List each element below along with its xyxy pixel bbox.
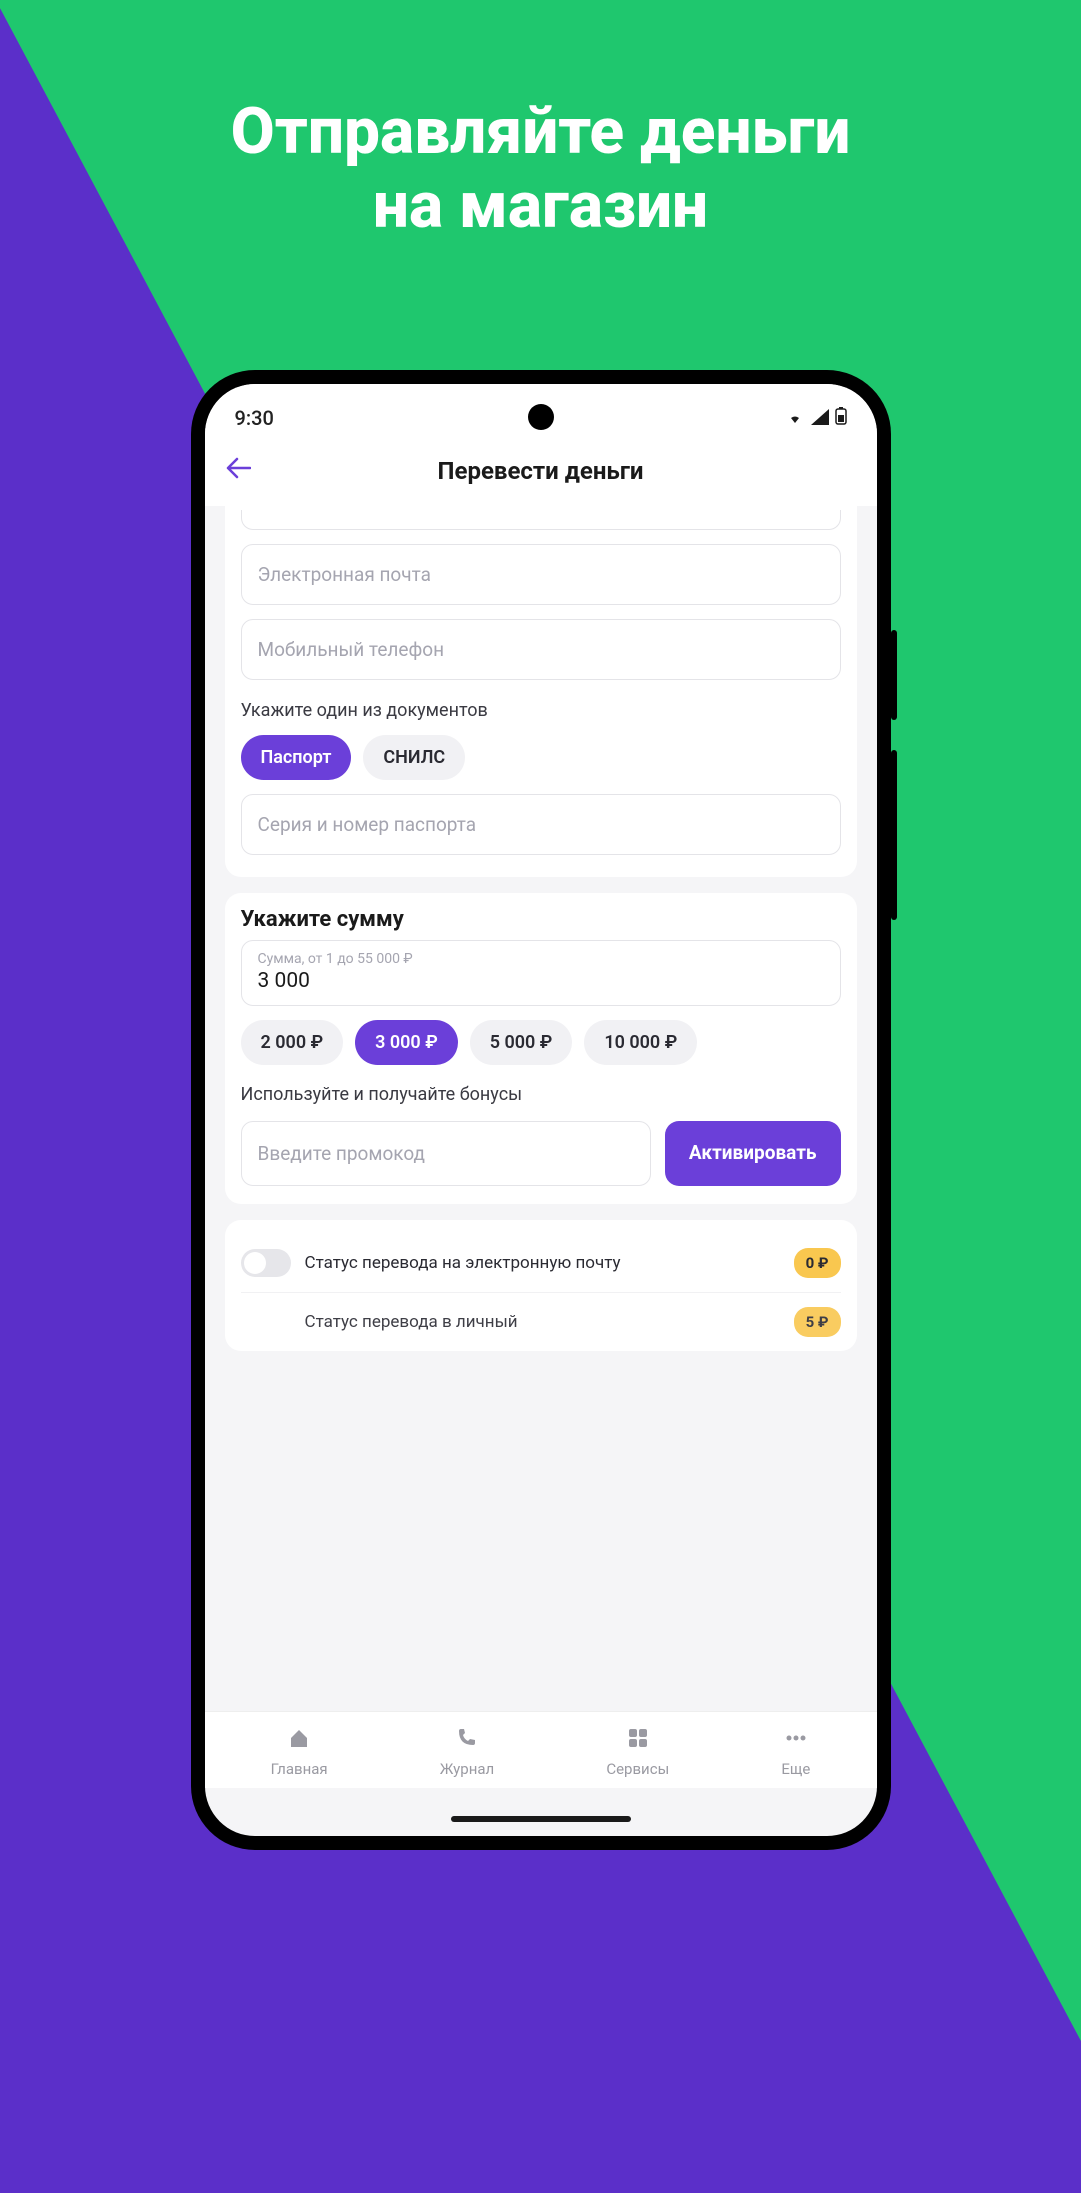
clock: 9:30: [235, 406, 274, 430]
chip-snils[interactable]: СНИЛС: [363, 735, 465, 780]
input-partial[interactable]: [241, 510, 841, 530]
preset-2000[interactable]: 2 000 ₽: [241, 1020, 344, 1065]
nav-journal[interactable]: Журнал: [440, 1726, 494, 1778]
nav-label: Главная: [271, 1760, 328, 1778]
promo-headline: Отправляйте деньги на магазин: [0, 95, 1081, 242]
promo-label: Используйте и получайте бонусы: [241, 1083, 721, 1107]
headline-line-2: на магазин: [0, 169, 1081, 243]
promo-row: Введите промокод Активировать: [241, 1121, 841, 1186]
chip-passport[interactable]: Паспорт: [241, 735, 352, 780]
back-arrow-icon[interactable]: [225, 456, 251, 486]
signal-icon: [811, 406, 829, 430]
amount-input[interactable]: Сумма, от 1 до 55 000 ₽ 3 000: [241, 940, 841, 1006]
camera-notch: [528, 404, 554, 430]
battery-icon: [835, 406, 847, 430]
status-badge: 0 ₽: [794, 1248, 841, 1278]
status-badge: 5 ₽: [794, 1307, 841, 1337]
amount-card: Укажите сумму Сумма, от 1 до 55 000 ₽ 3 …: [225, 893, 857, 1204]
side-button: [891, 630, 897, 720]
phone-screen: 9:30 Перевести деньги Э: [205, 384, 877, 1836]
phone-icon: [440, 1726, 494, 1756]
document-label: Укажите один из документов: [241, 700, 841, 721]
home-icon: [271, 1726, 328, 1756]
app-header: Перевести деньги: [205, 438, 877, 506]
status-row-personal: Статус перевода в личный 5 ₽: [241, 1292, 841, 1351]
preset-10000[interactable]: 10 000 ₽: [584, 1020, 697, 1065]
dots-icon: [781, 1726, 810, 1756]
nav-home[interactable]: Главная: [271, 1726, 328, 1778]
email-field[interactable]: Электронная почта: [241, 544, 841, 605]
preset-5000[interactable]: 5 000 ₽: [470, 1020, 573, 1065]
status-text: Статус перевода в личный: [305, 1311, 780, 1333]
status-row-email: Статус перевода на электронную почту 0 ₽: [241, 1234, 841, 1292]
amount-presets: 2 000 ₽ 3 000 ₽ 5 000 ₽ 10 000 ₽: [241, 1020, 841, 1065]
headline-line-1: Отправляйте деньги: [0, 95, 1081, 169]
nav-more[interactable]: Еще: [781, 1726, 810, 1778]
activate-button[interactable]: Активировать: [665, 1121, 841, 1186]
status-text: Статус перевода на электронную почту: [305, 1252, 780, 1274]
amount-title: Укажите сумму: [241, 907, 841, 932]
page-title: Перевести деньги: [438, 457, 644, 485]
wifi-icon: [785, 406, 805, 430]
bottom-nav: Главная Журнал Сервисы Еще: [205, 1711, 877, 1788]
recipient-card: Электронная почта Мобильный телефон Укаж…: [225, 506, 857, 877]
amount-hint: Сумма, от 1 до 55 000 ₽: [258, 951, 824, 967]
passport-field[interactable]: Серия и номер паспорта: [241, 794, 841, 855]
home-indicator: [451, 1816, 631, 1822]
amount-value: 3 000: [258, 969, 824, 993]
status-toggle[interactable]: [241, 1249, 291, 1277]
grid-icon: [606, 1726, 669, 1756]
preset-3000[interactable]: 3 000 ₽: [355, 1020, 458, 1065]
phone-frame: 9:30 Перевести деньги Э: [191, 370, 891, 1850]
nav-label: Журнал: [440, 1760, 494, 1778]
nav-label: Сервисы: [606, 1760, 669, 1778]
nav-services[interactable]: Сервисы: [606, 1726, 669, 1778]
content-area: Электронная почта Мобильный телефон Укаж…: [205, 506, 877, 1758]
phone-field[interactable]: Мобильный телефон: [241, 619, 841, 680]
promo-input[interactable]: Введите промокод: [241, 1121, 651, 1186]
status-card: Статус перевода на электронную почту 0 ₽…: [225, 1220, 857, 1351]
side-button: [891, 750, 897, 920]
document-chips: Паспорт СНИЛС: [241, 735, 841, 780]
nav-label: Еще: [781, 1760, 810, 1778]
